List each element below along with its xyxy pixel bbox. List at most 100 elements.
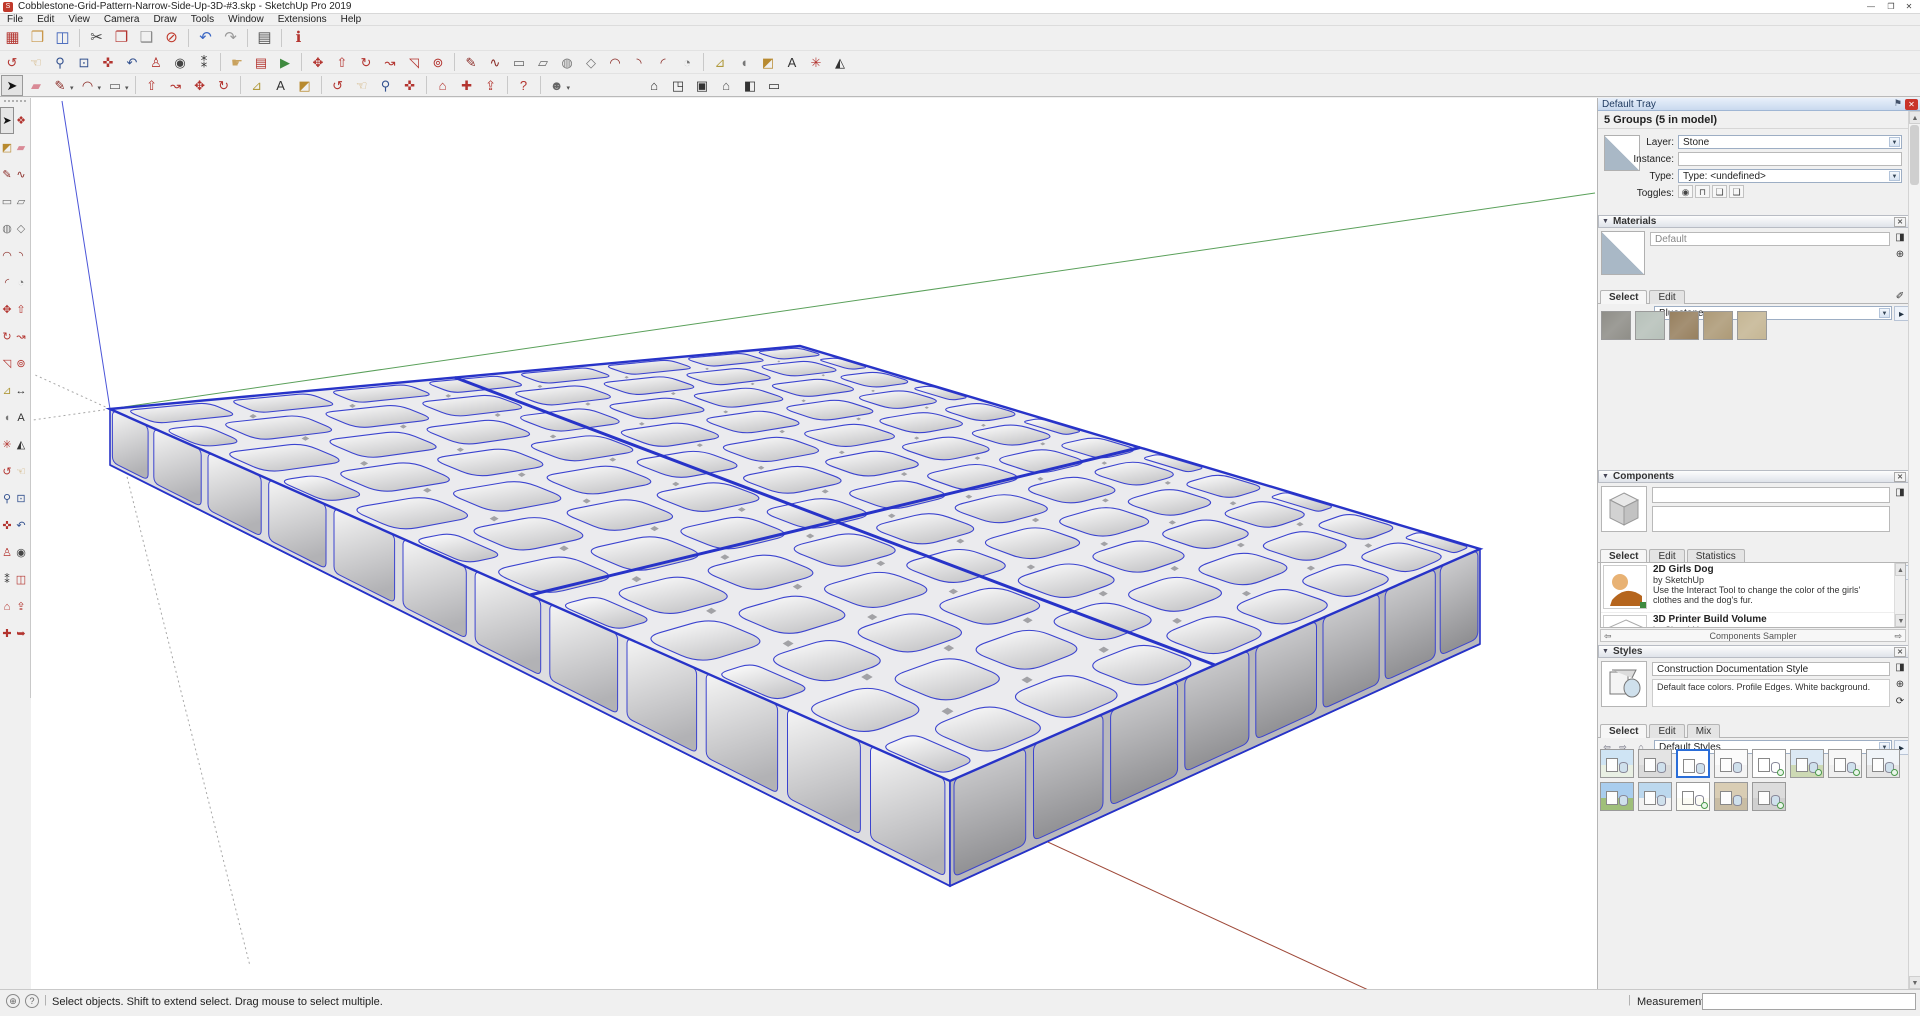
prev-collection-icon[interactable]: ⇦ xyxy=(1604,630,1612,642)
look-around-icon[interactable]: ◉ xyxy=(169,52,191,73)
arc-icon[interactable]: ◠ xyxy=(0,242,14,269)
rotate-icon[interactable]: ↻ xyxy=(0,323,14,350)
share-model-icon[interactable]: ⇪ xyxy=(14,593,28,620)
scale-icon[interactable]: ◹ xyxy=(0,350,14,377)
scale-icon[interactable]: ◹ xyxy=(403,52,425,73)
chevron-down-icon[interactable]: ▼ xyxy=(1889,137,1900,147)
style-shaded[interactable] xyxy=(1866,749,1900,778)
instance-field[interactable] xyxy=(1678,152,1902,166)
style-wireframe[interactable] xyxy=(1752,749,1786,778)
cast-shadows-toggle-icon[interactable]: ❏ xyxy=(1712,185,1727,198)
collapse-icon[interactable]: ▼ xyxy=(1602,216,1609,228)
components-header[interactable]: ▼ Components ✕ xyxy=(1598,470,1909,483)
next-collection-icon[interactable]: ⇨ xyxy=(1894,630,1902,642)
component-result-item[interactable]: 2D Girls Dogby SketchUpUse the Interact … xyxy=(1601,563,1905,613)
push-pull-icon[interactable]: ⇧ xyxy=(331,52,353,73)
zoom-window-icon[interactable]: ⊡ xyxy=(14,485,28,512)
orbit-icon[interactable]: ↺ xyxy=(327,75,349,96)
tape-measure-icon[interactable]: ⊿ xyxy=(246,75,268,96)
follow-me-icon[interactable]: ↝ xyxy=(379,52,401,73)
interact-icon[interactable]: ☛ xyxy=(226,52,248,73)
walk-icon[interactable]: ⁑ xyxy=(193,52,215,73)
view-back-icon[interactable]: ▭ xyxy=(763,75,785,96)
rotated-rectangle-icon[interactable]: ▱ xyxy=(532,52,554,73)
rotate-icon[interactable]: ↻ xyxy=(213,75,235,96)
make-component-icon[interactable]: ❖ xyxy=(14,107,28,134)
push-pull-icon[interactable]: ⇧ xyxy=(141,75,163,96)
style-white-badge[interactable] xyxy=(1828,749,1862,778)
tape-measure-icon[interactable]: ⊿ xyxy=(0,377,14,404)
lock-toggle-icon[interactable]: ⊓ xyxy=(1695,185,1710,198)
walk-icon[interactable]: ⁑ xyxy=(0,566,14,593)
orbit-icon[interactable]: ↺ xyxy=(0,458,14,485)
line-icon[interactable]: ✎ xyxy=(0,161,14,188)
select-icon[interactable]: ➤ xyxy=(0,107,14,134)
style-white[interactable] xyxy=(1714,749,1748,778)
rotate-icon[interactable]: ↻ xyxy=(355,52,377,73)
chevron-down-icon[interactable]: ▾ xyxy=(70,84,74,92)
components-scrollbar[interactable]: ▲▼ xyxy=(1894,563,1905,627)
type-dropdown[interactable]: Type: <undefined>▼ xyxy=(1678,169,1902,183)
axes-tool-icon[interactable]: ✳ xyxy=(0,431,14,458)
material-swatch-bluestone-dark-gray[interactable] xyxy=(1601,311,1631,340)
components-collection-bar[interactable]: ⇦ Components Sampler ⇨ xyxy=(1600,629,1906,642)
eraser-icon[interactable]: ▰ xyxy=(14,134,28,161)
materials-tab-edit[interactable]: Edit xyxy=(1649,290,1684,304)
eraser-icon[interactable]: ▰ xyxy=(25,75,47,96)
new-file-icon[interactable]: ▦ xyxy=(1,27,24,49)
pie-icon[interactable]: ◔ xyxy=(14,269,28,296)
material-swatch-bluestone-tan[interactable] xyxy=(1703,311,1733,340)
scroll-up-icon[interactable]: ▲ xyxy=(1909,111,1920,124)
three-d-text-icon[interactable]: ◭ xyxy=(14,431,28,458)
components-tab-select[interactable]: Select xyxy=(1600,549,1647,563)
menu-tools[interactable]: Tools xyxy=(184,14,221,25)
cobblestone-platform[interactable] xyxy=(110,346,1480,886)
zoom-previous-icon[interactable]: ↶ xyxy=(121,52,143,73)
rectangle-icon[interactable]: ▭ xyxy=(104,75,126,96)
styles-header[interactable]: ▼ Styles ✕ xyxy=(1598,645,1909,658)
style-tan-bg[interactable] xyxy=(1714,782,1748,811)
visible-toggle-icon[interactable]: ◉ xyxy=(1678,185,1693,198)
scrollbar-thumb[interactable] xyxy=(1910,125,1919,185)
pan-icon[interactable]: ☜ xyxy=(351,75,373,96)
close-panel-icon[interactable]: ✕ xyxy=(1894,472,1906,482)
style-blue-sky[interactable] xyxy=(1600,749,1634,778)
menu-camera[interactable]: Camera xyxy=(97,14,147,25)
paint-icon[interactable]: ◩ xyxy=(757,52,779,73)
component-name-field[interactable] xyxy=(1652,487,1890,503)
print-icon[interactable]: ▤ xyxy=(253,27,276,49)
menu-help[interactable]: Help xyxy=(334,14,369,25)
toolbar-grip[interactable] xyxy=(4,100,26,105)
three-point-arc-icon[interactable]: ◜ xyxy=(0,269,14,296)
component-title[interactable]: 3D Printer Build Volume xyxy=(1653,614,1767,625)
material-swatch-bluestone-beige[interactable] xyxy=(1737,311,1767,340)
copy-icon[interactable]: ❐ xyxy=(110,27,133,49)
axes-tool-icon[interactable]: ✳ xyxy=(805,52,827,73)
materials-header[interactable]: ▼ Materials ✕ xyxy=(1598,215,1909,228)
dimension-icon[interactable]: ↔ xyxy=(14,377,28,404)
move-icon[interactable]: ✥ xyxy=(0,296,14,323)
arc-icon[interactable]: ◠ xyxy=(604,52,626,73)
pan-icon[interactable]: ☜ xyxy=(25,52,47,73)
push-pull-icon[interactable]: ⇧ xyxy=(14,296,28,323)
component-title[interactable]: 2D Girls Dog xyxy=(1653,564,1714,575)
tray-title[interactable]: Default Tray xyxy=(1598,98,1920,111)
rotated-rectangle-icon[interactable]: ▱ xyxy=(14,188,28,215)
polygon-icon[interactable]: ◇ xyxy=(14,215,28,242)
offset-icon[interactable]: ⊚ xyxy=(427,52,449,73)
export-animation-icon[interactable]: ▶ xyxy=(274,52,296,73)
menu-file[interactable]: File xyxy=(0,14,30,25)
menu-draw[interactable]: Draw xyxy=(146,14,183,25)
layer-dropdown[interactable]: Stone▼ xyxy=(1678,135,1902,149)
zoom-extents-icon[interactable]: ✜ xyxy=(97,52,119,73)
menu-window[interactable]: Window xyxy=(221,14,271,25)
view-iso-icon[interactable]: ⌂ xyxy=(643,75,665,96)
zoom-icon[interactable]: ⚲ xyxy=(0,485,14,512)
menu-extensions[interactable]: Extensions xyxy=(271,14,334,25)
components-tab-statistics[interactable]: Statistics xyxy=(1687,549,1745,563)
select-icon[interactable]: ➤ xyxy=(1,75,23,96)
circle-icon[interactable]: ◍ xyxy=(0,215,14,242)
component-result-item[interactable]: 3D Printer Build Volumeby SketchUp xyxy=(1601,613,1905,628)
receive-shadows-toggle-icon[interactable]: ❑ xyxy=(1729,185,1744,198)
tape-measure-icon[interactable]: ⊿ xyxy=(709,52,731,73)
